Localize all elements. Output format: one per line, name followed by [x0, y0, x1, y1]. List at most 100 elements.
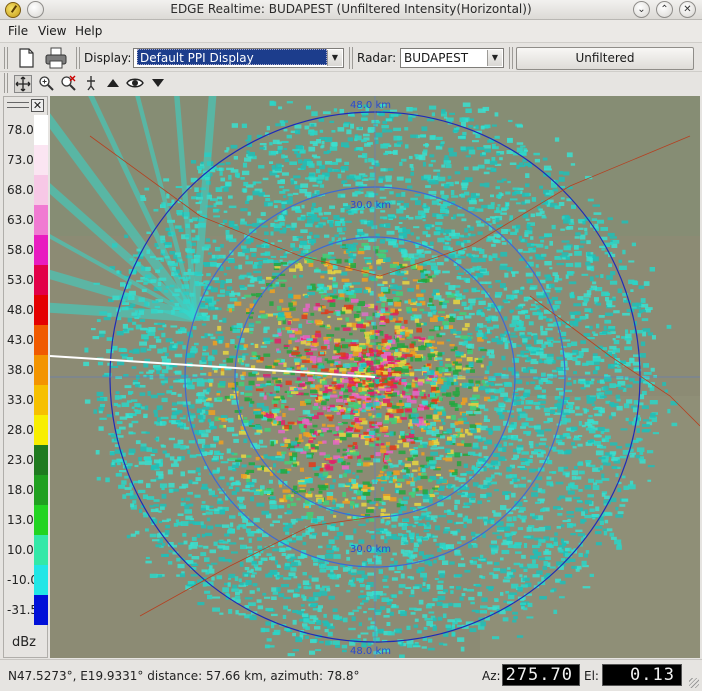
move-up-icon[interactable]: [104, 75, 122, 93]
echo-cell: [541, 253, 547, 257]
echo-cell: [366, 397, 371, 401]
echo-cell: [491, 460, 498, 465]
chevron-down-icon[interactable]: ▼: [327, 50, 342, 66]
echo-cell: [269, 504, 278, 510]
menu-file[interactable]: File: [8, 24, 28, 38]
echo-cell: [232, 469, 237, 472]
echo-cell: [286, 350, 292, 354]
echo-cell: [160, 416, 169, 420]
echo-cell: [532, 311, 539, 316]
echo-cell: [383, 593, 387, 596]
echo-cell: [256, 502, 265, 507]
menu-help[interactable]: Help: [75, 24, 102, 38]
echo-cell: [197, 472, 201, 476]
toolbar-grip-handle[interactable]: [4, 47, 8, 69]
echo-cell: [405, 586, 412, 589]
chevron-down-icon[interactable]: ▼: [487, 50, 502, 66]
move-down-icon[interactable]: [149, 75, 167, 93]
echo-cell: [585, 427, 593, 431]
echo-cell: [216, 500, 224, 505]
echo-cell: [269, 496, 276, 500]
close-icon[interactable]: ✕: [31, 99, 44, 112]
echo-cell: [379, 330, 384, 336]
echo-cell: [208, 490, 215, 496]
toolbar-grip-handle[interactable]: [349, 47, 353, 69]
echo-cell: [169, 488, 174, 493]
echo-cell: [488, 361, 493, 366]
new-document-icon[interactable]: [14, 46, 38, 70]
echo-cell: [300, 364, 305, 368]
echo-cell: [575, 413, 583, 416]
echo-cell: [533, 564, 539, 569]
echo-cell: [584, 371, 591, 375]
maximize-button[interactable]: ⌃: [656, 1, 673, 18]
echo-cell: [455, 335, 461, 338]
echo-cell: [300, 428, 306, 433]
echo-cell: [357, 383, 363, 388]
minimize-button[interactable]: ⌄: [633, 1, 650, 18]
echo-cell: [369, 265, 373, 269]
echo-cell: [629, 455, 635, 458]
eye-icon[interactable]: [126, 75, 144, 93]
radar-image[interactable]: 48.0 km30.0 km30.0 km48.0 km: [50, 96, 700, 658]
echo-cell: [146, 496, 155, 500]
echo-cell: [447, 519, 453, 524]
echo-cell: [299, 266, 303, 271]
echo-cell: [486, 500, 491, 503]
echo-cell: [287, 394, 293, 398]
echo-cell: [250, 248, 257, 252]
echo-cell: [430, 421, 436, 426]
pan-icon[interactable]: [14, 75, 32, 93]
echo-cell: [619, 504, 626, 507]
echo-cell: [629, 358, 635, 364]
echo-cell: [290, 372, 295, 376]
echo-cell: [453, 381, 459, 386]
scale-drag-handle[interactable]: [7, 102, 29, 108]
echo-cell: [386, 299, 393, 302]
echo-cell: [566, 511, 574, 514]
echo-cell: [346, 556, 351, 561]
echo-cell: [98, 406, 104, 411]
scale-color-swatch: [34, 325, 48, 355]
echo-cell: [296, 206, 300, 209]
echo-cell: [428, 440, 434, 446]
echo-cell: [407, 457, 414, 461]
pointer-icon[interactable]: [82, 75, 100, 93]
echo-cell: [580, 340, 586, 344]
echo-cell: [523, 250, 530, 253]
toolbar-grip-handle[interactable]: [509, 47, 513, 69]
close-button[interactable]: ✕: [679, 1, 696, 18]
echo-cell: [367, 626, 371, 630]
menu-view[interactable]: View: [38, 24, 66, 38]
echo-cell: [495, 280, 501, 283]
echo-cell: [370, 349, 379, 353]
echo-cell: [530, 369, 537, 374]
echo-cell: [311, 202, 316, 207]
echo-cell: [571, 204, 576, 209]
echo-cell: [153, 504, 159, 507]
echo-cell: [260, 345, 267, 348]
echo-cell: [442, 603, 449, 608]
zoom-in-icon[interactable]: [37, 75, 55, 93]
echo-cell: [212, 340, 218, 346]
echo-cell: [215, 201, 223, 205]
radar-select[interactable]: BUDAPEST ▼: [400, 48, 504, 68]
echo-cell: [566, 405, 574, 409]
echo-cell: [157, 327, 165, 331]
display-select[interactable]: Default PPI Display ▼: [133, 48, 344, 68]
toolbar-grip-handle[interactable]: [76, 47, 80, 69]
echo-cell: [504, 345, 509, 350]
print-icon[interactable]: [44, 46, 68, 70]
echo-cell: [414, 253, 419, 256]
zoom-reset-icon[interactable]: [59, 75, 77, 93]
scale-row: 58.0: [4, 235, 49, 265]
echo-cell: [335, 364, 343, 368]
product-button[interactable]: Unfiltered Intensity(Horizontal): [516, 47, 694, 86]
echo-cell: [495, 257, 501, 261]
ppi-radar-map[interactable]: 48.0 km 30.0 km 30.0 km 48.0 km: [50, 96, 700, 658]
echo-cell: [472, 140, 479, 143]
toolbar-grip-handle[interactable]: [4, 73, 8, 93]
echo-cell: [323, 613, 327, 618]
echo-cell: [492, 532, 500, 535]
echo-cell: [412, 383, 416, 388]
